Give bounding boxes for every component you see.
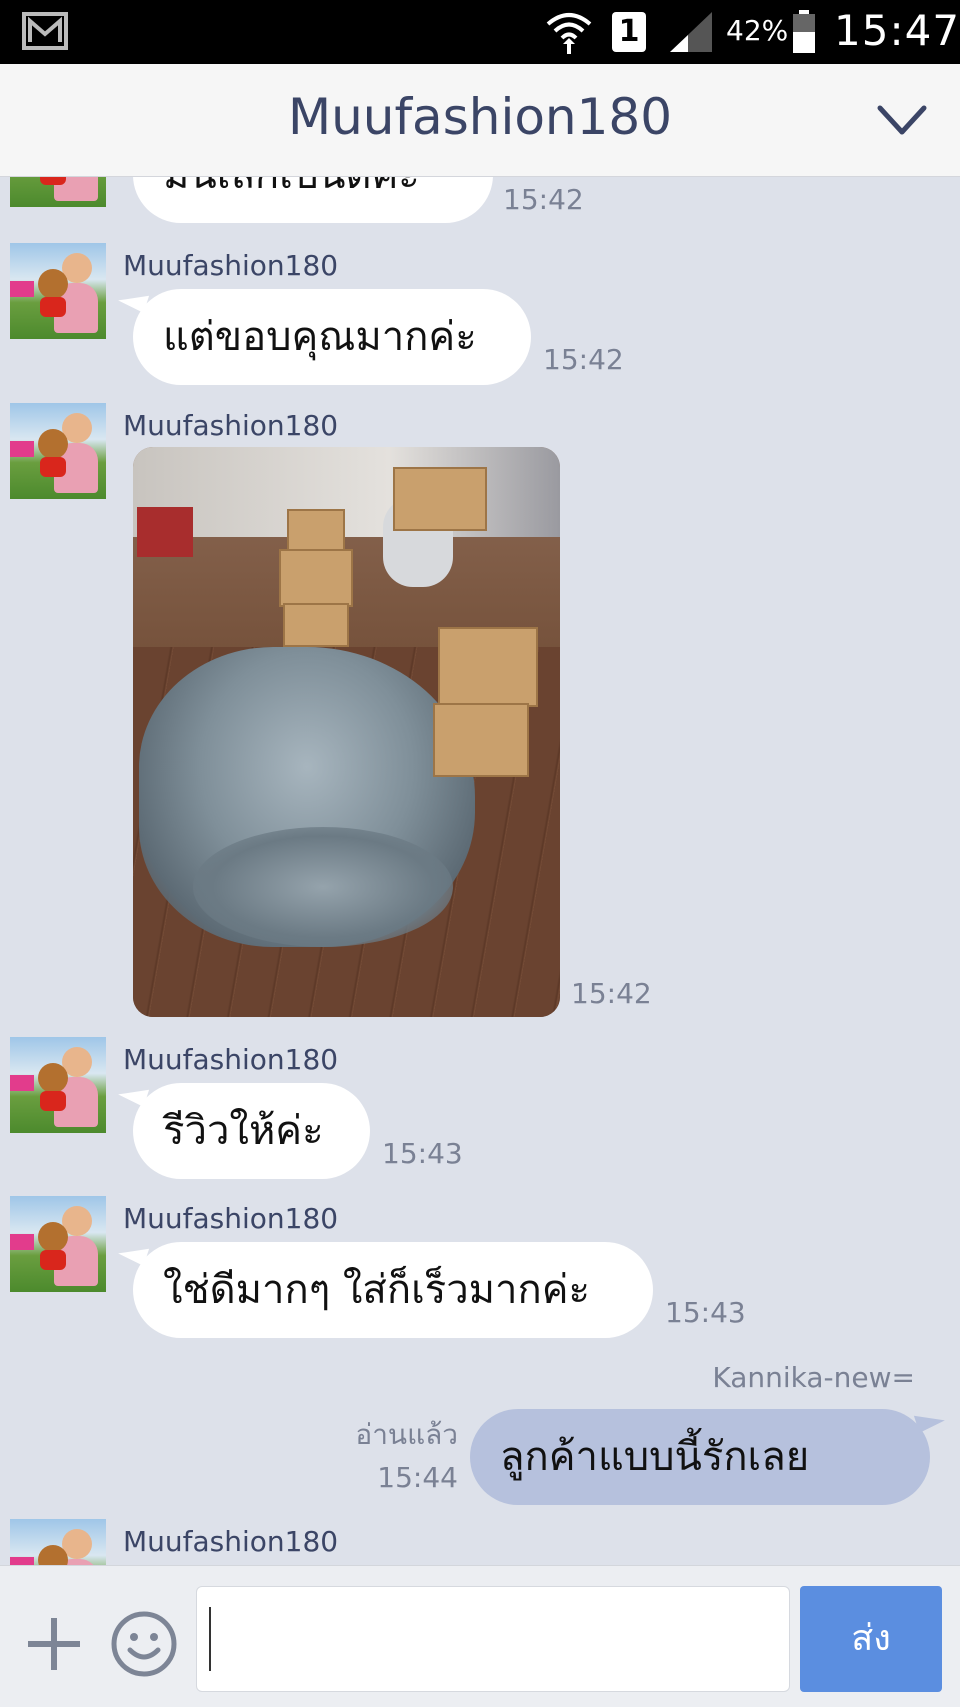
sender-name: Muufashion180 <box>123 1202 339 1235</box>
read-receipt: อ่านแล้ว <box>355 1418 458 1451</box>
message-bubble[interactable]: แต่ขอบคุณมากค่ะ <box>133 289 531 385</box>
plus-icon[interactable] <box>26 1616 82 1672</box>
avatar[interactable] <box>10 403 106 499</box>
sender-name: Muufashion180 <box>123 1525 339 1558</box>
battery-icon <box>793 10 815 53</box>
wifi-icon <box>546 13 592 54</box>
avatar[interactable] <box>10 177 106 207</box>
status-bar: 1 42% 15:47 <box>0 0 960 64</box>
emoji-icon[interactable] <box>110 1610 178 1678</box>
avatar[interactable] <box>10 1196 106 1292</box>
avatar[interactable] <box>10 243 106 339</box>
sender-name: Kannika-new= <box>712 1361 915 1394</box>
sender-name: Muufashion180 <box>123 249 339 282</box>
message-time: 15:42 <box>503 183 584 216</box>
message-input[interactable] <box>196 1586 790 1692</box>
message-time: 15:42 <box>571 977 652 1010</box>
message-time: 15:43 <box>382 1137 463 1170</box>
gmail-icon <box>22 12 68 50</box>
chevron-down-icon[interactable] <box>876 100 928 140</box>
text-caret <box>209 1607 211 1671</box>
message-time: 15:43 <box>665 1296 746 1329</box>
photo-message[interactable] <box>133 447 560 1017</box>
chat-area[interactable]: มันเล็กเป็นดีค่ะ 15:42 Muufashion180 แต่… <box>0 177 960 1565</box>
message-bubble[interactable]: ใช่ดีมากๆ ใส่ก็เร็วมากค่ะ <box>133 1242 653 1338</box>
input-bar: ส่ง <box>0 1565 960 1707</box>
chat-title: Muufashion180 <box>287 88 673 146</box>
battery-percent: 42% <box>726 14 789 47</box>
sender-name: Muufashion180 <box>123 1043 339 1076</box>
chat-header: Muufashion180 <box>0 64 960 177</box>
sim-icon: 1 <box>612 12 646 52</box>
message-bubble[interactable]: ลูกค้าแบบนี้รักเลย <box>470 1409 930 1505</box>
avatar[interactable] <box>10 1037 106 1133</box>
message-bubble[interactable]: มันเล็กเป็นดีค่ะ <box>133 177 493 223</box>
message-bubble[interactable]: รีวิวให้ค่ะ <box>133 1083 370 1179</box>
signal-icon <box>670 12 712 52</box>
send-button[interactable]: ส่ง <box>800 1586 942 1692</box>
sender-name: Muufashion180 <box>123 409 339 442</box>
clock: 15:47 <box>834 6 960 55</box>
message-time: 15:44 <box>377 1461 458 1494</box>
message-time: 15:42 <box>543 343 624 376</box>
avatar[interactable] <box>10 1519 106 1565</box>
